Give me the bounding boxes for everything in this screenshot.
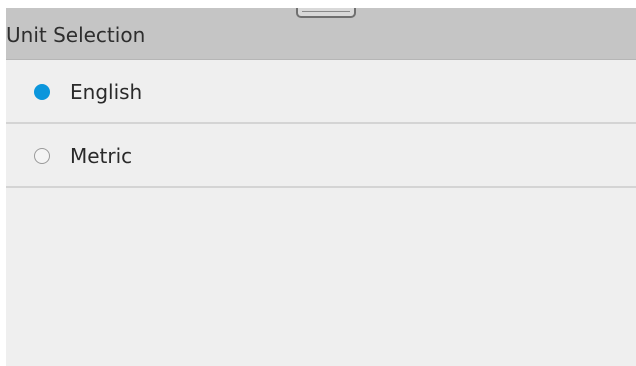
option-english[interactable]: English (6, 60, 636, 124)
unit-options-list: English Metric (6, 60, 636, 188)
option-label-english: English (70, 80, 143, 104)
header-bar: Unit Selection (6, 8, 636, 60)
option-label-metric: Metric (70, 144, 133, 168)
unit-selection-screen: Unit Selection English Metric (6, 8, 636, 366)
page-title: Unit Selection (6, 23, 146, 47)
radio-selected-icon[interactable] (34, 84, 50, 100)
radio-unselected-icon[interactable] (34, 148, 50, 164)
option-metric[interactable]: Metric (6, 124, 636, 188)
pull-down-handle-icon[interactable] (296, 8, 356, 18)
